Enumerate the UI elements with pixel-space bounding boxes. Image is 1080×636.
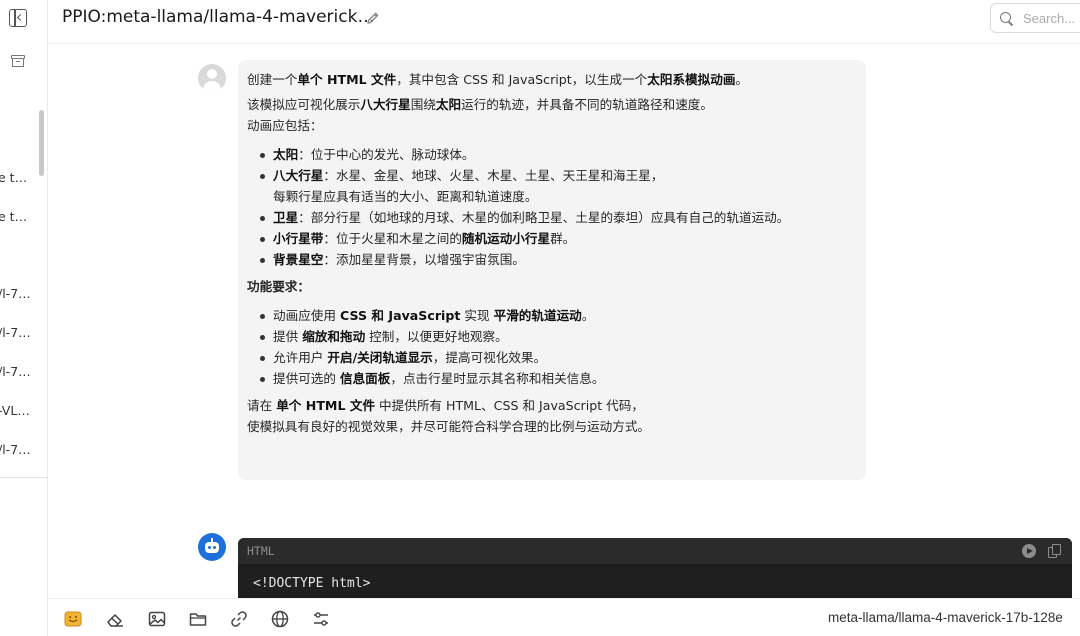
list-item: 小行星带：位于火星和木星之间的随机运动小行星群。 (257, 228, 856, 249)
user-avatar (198, 64, 226, 92)
feature-list: 太阳：位于中心的发光、脉动球体。 八大行星：水星、金星、地球、火星、木星、土星、… (247, 144, 856, 270)
bold-text-run: 太阳系模拟动画 (647, 72, 736, 87)
bold-text-run: 单个 HTML 文件 (276, 398, 376, 413)
sidebar-scrollbar[interactable] (39, 110, 44, 176)
sidebar-item[interactable]: /l-7… (0, 286, 38, 301)
text-run: ，点击行星时显示其名称和相关信息。 (390, 371, 605, 386)
sidebar-item[interactable]: /l-7… (0, 325, 38, 340)
assistant-avatar (198, 533, 226, 561)
list-item: 卫星：部分行星（如地球的月球、木星的伽利略卫星、土星的泰坦）应具有自己的轨道运动… (257, 207, 856, 228)
list-item: 允许用户 开启/关闭轨道显示，提高可视化效果。 (257, 347, 856, 368)
image-icon[interactable] (147, 609, 167, 629)
text-run: 创建一个 (247, 72, 298, 87)
code-language-label: HTML (247, 544, 275, 558)
bold-text-run: 八大行星 (360, 97, 411, 112)
list-item: 八大行星：水星、金星、地球、火星、木星、土星、天王星和海王星， (257, 165, 856, 186)
model-selector[interactable]: meta-llama/llama-4-maverick-17b-128e (828, 610, 1063, 625)
bold-text-run: 单个 HTML 文件 (297, 72, 397, 87)
bold-text-run: 太阳 (435, 97, 462, 112)
list-item: 太阳：位于中心的发光、脉动球体。 (257, 144, 856, 165)
sidebar: e t… e t… /l-7… /l-7… /l-7… -VL… /l-7… (0, 0, 48, 636)
text-run: 。 (735, 72, 749, 87)
folder-icon[interactable] (188, 609, 208, 629)
sidebar-item[interactable]: /l-7… (0, 364, 38, 379)
text-run: 。 (581, 308, 595, 323)
text-run: 群。 (550, 231, 576, 246)
archive-icon[interactable] (11, 55, 25, 67)
text-run: 中提供所有 HTML、CSS 和 JavaScript 代码， (375, 398, 644, 413)
chat-area: 创建一个单个 HTML 文件，其中包含 CSS 和 JavaScript，以生成… (48, 44, 1080, 598)
sidebar-item[interactable]: e t… (0, 170, 38, 185)
code-line: <!DOCTYPE html> (253, 576, 371, 591)
text-run: ：位于火星和木星之间的 (323, 231, 462, 246)
text-run: 围绕 (410, 97, 436, 112)
list-item: 动画应使用 CSS 和 JavaScript 实现 平滑的轨道运动。 (257, 305, 856, 326)
emoji-icon[interactable] (63, 609, 83, 629)
requirements-list: 动画应使用 CSS 和 JavaScript 实现 平滑的轨道运动。 提供 缩放… (247, 305, 856, 389)
list-item: 提供可选的 信息面板，点击行星时显示其名称和相关信息。 (257, 368, 856, 389)
sidebar-item[interactable]: -VL… (0, 403, 38, 418)
message-paragraph: 创建一个单个 HTML 文件，其中包含 CSS 和 JavaScript，以生成… (247, 69, 856, 90)
list-item: 提供 缩放和拖动 控制，以便更好地观察。 (257, 326, 856, 347)
message-paragraph: 该模拟应可视化展示八大行星围绕太阳运行的轨迹，并具备不同的轨道路径和速度。 (247, 94, 856, 115)
globe-icon[interactable] (270, 609, 290, 629)
divider (0, 477, 47, 478)
eraser-icon[interactable] (105, 609, 125, 629)
bold-text-run: 平滑的轨道运动 (493, 308, 582, 323)
text-run: ：水星、金星、地球、火星、木星、土星、天王星和海王星， (323, 168, 664, 183)
sidebar-item[interactable]: /l-7… (0, 442, 38, 457)
text-run: 提供可选的 (273, 371, 340, 386)
message-paragraph: 请在 单个 HTML 文件 中提供所有 HTML、CSS 和 JavaScrip… (247, 395, 856, 416)
text-run: ：添加星星背景，以增强宇宙氛围。 (323, 252, 525, 267)
code-block-header: HTML (238, 538, 1072, 564)
bold-text-run: 信息面板 (339, 371, 391, 386)
search-icon (1000, 12, 1011, 23)
bold-text-run: 随机运动小行星 (461, 231, 551, 246)
section-title: 功能要求： (247, 279, 310, 294)
bold-text-run: CSS 和 JavaScript (339, 308, 461, 323)
text-run: 运行的轨迹，并具备不同的轨道路径和速度。 (461, 97, 713, 112)
text-run: ：部分行星（如地球的月球、木星的伽利略卫星、土星的泰坦）应具有自己的轨道运动。 (298, 210, 790, 225)
text-run: 实现 (460, 308, 494, 323)
list-item: 背景星空：添加星星背景，以增强宇宙氛围。 (257, 249, 856, 270)
bold-text-run: 小行星带 (273, 231, 324, 246)
text-run: 控制，以便更好地观察。 (365, 329, 508, 344)
message-paragraph: 使模拟具有良好的视觉效果，并尽可能符合科学合理的比例与运动方式。 (247, 419, 650, 434)
text-run: ，其中包含 CSS 和 JavaScript，以生成一个 (396, 72, 648, 87)
sidebar-item[interactable]: e t… (0, 209, 38, 224)
bold-text-run: 缩放和拖动 (302, 329, 366, 344)
bold-text-run: 背景星空 (273, 252, 324, 267)
user-message-bubble: 创建一个单个 HTML 文件，其中包含 CSS 和 JavaScript，以生成… (238, 60, 866, 480)
bold-text-run: 开启/关闭轨道显示 (327, 350, 433, 365)
chat-title: PPIO:meta-llama/llama-4-maverick… (62, 7, 375, 27)
search-input[interactable] (1023, 9, 1080, 27)
app-window: e t… e t… /l-7… /l-7… /l-7… -VL… /l-7… P… (0, 0, 1080, 636)
bold-text-run: 八大行星 (273, 168, 324, 183)
edit-title-icon[interactable] (366, 11, 380, 25)
input-toolbar: meta-llama/llama-4-maverick-17b-128e (48, 598, 1080, 636)
bold-text-run: 卫星 (273, 210, 299, 225)
text-run: ：位于中心的发光、脉动球体。 (298, 147, 475, 162)
bold-text-run: 太阳 (273, 147, 299, 162)
search-box[interactable] (990, 3, 1080, 33)
code-block: HTML <!DOCTYPE html> (238, 538, 1072, 598)
text-run: 该模拟应可视化展示 (247, 97, 361, 112)
chat-header: PPIO:meta-llama/llama-4-maverick… (48, 0, 1080, 44)
text-run: 请在 (247, 398, 277, 413)
text-run: 允许用户 (273, 350, 328, 365)
copy-icon[interactable] (1048, 544, 1062, 558)
text-run: ，提高可视化效果。 (432, 350, 547, 365)
text-run: 提供 (273, 329, 303, 344)
link-icon[interactable] (229, 609, 249, 629)
list-item-continuation: 每颗行星应具有适当的大小、距离和轨道速度。 (273, 189, 538, 204)
sidebar-toggle-icon[interactable] (9, 9, 27, 27)
run-code-icon[interactable] (1022, 544, 1036, 558)
text-run: 动画应使用 (273, 308, 340, 323)
settings-sliders-icon[interactable] (311, 609, 331, 629)
message-paragraph: 动画应包括： (247, 118, 323, 133)
